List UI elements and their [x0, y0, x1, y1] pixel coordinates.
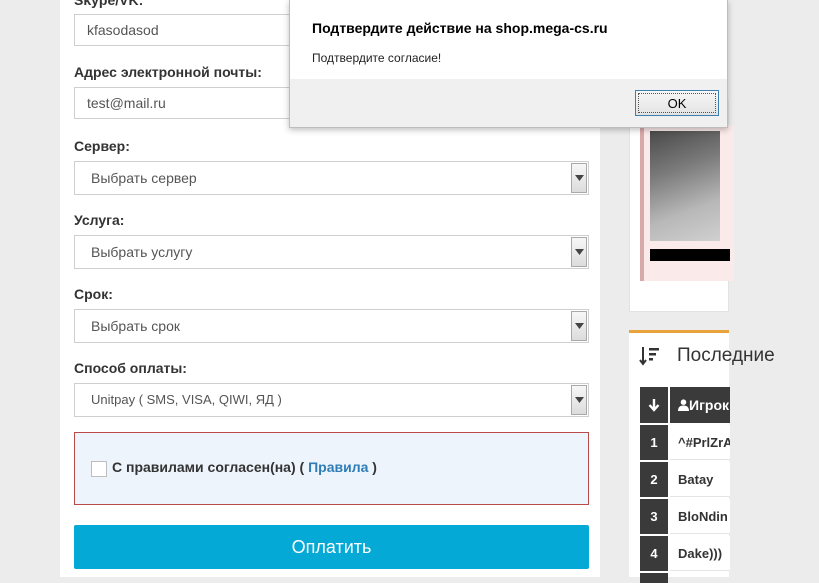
- agree-checkbox[interactable]: [91, 461, 107, 477]
- table-row-num: [640, 573, 668, 583]
- server-label: Сервер:: [74, 138, 130, 154]
- table-row-name[interactable]: Dake))): [670, 536, 730, 571]
- widget-image-caption-bar: [650, 249, 730, 261]
- dialog-message: Подтвердите согласие!: [312, 51, 442, 65]
- payment-select[interactable]: Unitpay ( SMS, VISA, QIWI, ЯД ): [74, 383, 589, 417]
- image-widget: [629, 100, 734, 312]
- payment-label: Способ оплаты:: [74, 360, 187, 376]
- agree-label: С правилами согласен(на) ( Правила ): [112, 459, 377, 475]
- email-label: Адрес электронной почты:: [74, 64, 262, 80]
- term-select[interactable]: Выбрать срок: [74, 309, 589, 343]
- agreement-box: С правилами согласен(на) ( Правила ): [74, 432, 589, 505]
- table-row-name[interactable]: BloNdin: [670, 499, 730, 534]
- table-row-name[interactable]: Batay: [670, 462, 730, 497]
- chevron-down-icon[interactable]: [571, 385, 587, 415]
- user-icon: [678, 399, 689, 411]
- pay-button[interactable]: Оплатить: [74, 525, 589, 569]
- agree-close: ): [372, 459, 377, 475]
- dialog-footer: OK: [290, 79, 727, 127]
- table-row-num: 4: [640, 536, 668, 571]
- agree-text: С правилами согласен(на) (: [112, 459, 305, 475]
- service-select[interactable]: Выбрать услугу: [74, 235, 589, 269]
- payment-select-value: Unitpay ( SMS, VISA, QIWI, ЯД ): [91, 392, 282, 407]
- server-select[interactable]: Выбрать сервер: [74, 161, 589, 195]
- confirm-dialog: Подтвердите действие на shop.mega-cs.ru …: [289, 0, 728, 128]
- term-select-value: Выбрать срок: [91, 318, 180, 334]
- skype-label: Skype/VK:: [74, 0, 144, 8]
- table-header-sort[interactable]: [640, 387, 668, 423]
- widget-image: [650, 131, 720, 241]
- server-select-value: Выбрать сервер: [91, 170, 197, 186]
- arrow-down-icon: [648, 399, 660, 412]
- chevron-down-icon[interactable]: [571, 237, 587, 267]
- recent-players-widget: Последние Игрок 1 ^#PrlZrA 2 Batay 3 Blo…: [629, 330, 775, 583]
- sort-icon: [639, 347, 659, 366]
- ok-button[interactable]: OK: [635, 90, 719, 116]
- table-row-num: 3: [640, 499, 668, 534]
- service-select-value: Выбрать услугу: [91, 244, 193, 260]
- service-label: Услуга:: [74, 212, 125, 228]
- term-label: Срок:: [74, 286, 113, 302]
- table-row-name[interactable]: ^#PrlZrA: [670, 425, 730, 460]
- chevron-down-icon[interactable]: [571, 311, 587, 341]
- table-row-num: 2: [640, 462, 668, 497]
- chevron-down-icon[interactable]: [571, 163, 587, 193]
- table-header-player: Игрок: [670, 387, 730, 423]
- recent-players-title: Последние: [677, 345, 775, 366]
- dialog-title: Подтвердите действие на shop.mega-cs.ru: [312, 20, 608, 36]
- table-row-num: 1: [640, 425, 668, 460]
- rules-link[interactable]: Правила: [308, 459, 368, 475]
- table-header-player-label: Игрок: [689, 397, 730, 413]
